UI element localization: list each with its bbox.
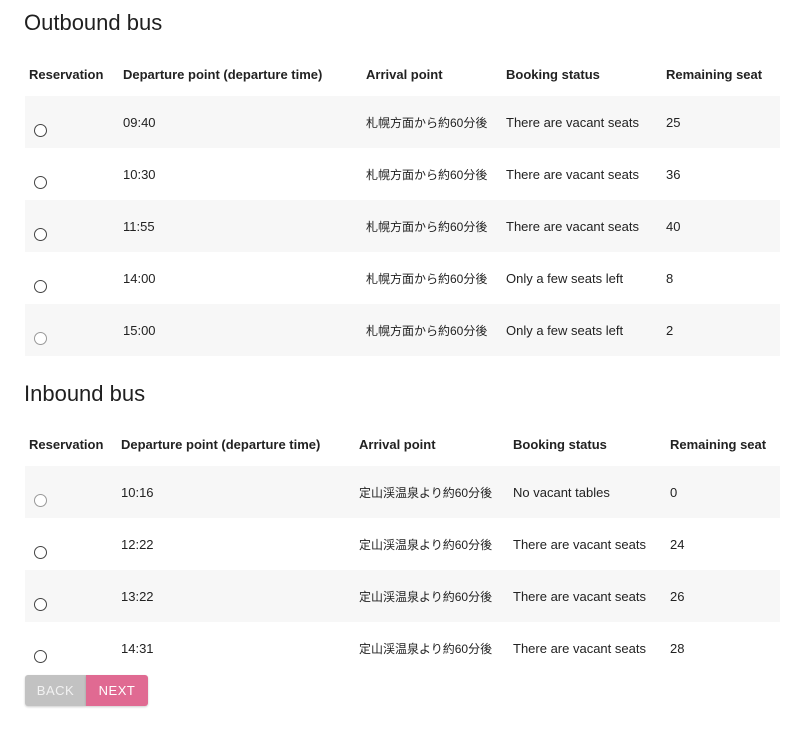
- booking-status: There are vacant seats: [502, 148, 662, 200]
- remaining-seat: 24: [666, 518, 780, 570]
- table-row: 13:22 定山渓温泉より約60分後 There are vacant seat…: [25, 570, 780, 622]
- departure-time: 14:00: [119, 252, 362, 304]
- outbound-title: Outbound bus: [24, 10, 163, 35]
- inbound-title: Inbound bus: [24, 381, 146, 406]
- departure-time: 14:31: [117, 622, 355, 674]
- header-booking-status: Booking status: [506, 66, 600, 82]
- departure-time: 10:30: [119, 148, 362, 200]
- arrival-point: 定山渓温泉より約60分後: [355, 622, 509, 674]
- arrival-point: 札幌方面から約60分後: [362, 148, 502, 200]
- departure-time: 10:16: [117, 466, 355, 518]
- arrival-point: 札幌方面から約60分後: [362, 96, 502, 148]
- arrival-point: 札幌方面から約60分後: [362, 200, 502, 252]
- reservation-radio[interactable]: [34, 123, 47, 137]
- reservation-radio[interactable]: [34, 649, 47, 663]
- booking-status: There are vacant seats: [502, 96, 662, 148]
- header-reservation: Reservation: [29, 66, 104, 82]
- booking-status: Only a few seats left: [502, 252, 662, 304]
- booking-status: There are vacant seats: [509, 622, 666, 674]
- remaining-seat: 28: [666, 622, 780, 674]
- remaining-seat: 8: [662, 252, 780, 304]
- booking-status: There are vacant seats: [509, 570, 666, 622]
- reservation-radio[interactable]: [34, 545, 47, 559]
- remaining-seat: 0: [666, 466, 780, 518]
- header-arrival: Arrival point: [366, 66, 443, 82]
- booking-status: Only a few seats left: [502, 304, 662, 356]
- header-booking-status: Booking status: [513, 436, 607, 452]
- back-button[interactable]: BACK: [25, 675, 86, 706]
- table-row: 14:00 札幌方面から約60分後 Only a few seats left …: [25, 252, 780, 304]
- header-arrival: Arrival point: [359, 436, 436, 452]
- inbound-table: Reservation Departure point (departure t…: [25, 422, 780, 674]
- outbound-table: Reservation Departure point (departure t…: [25, 52, 780, 356]
- reservation-radio-disabled: [34, 493, 47, 507]
- remaining-seat: 2: [662, 304, 780, 356]
- reservation-radio-disabled: [34, 331, 47, 345]
- booking-status: No vacant tables: [509, 466, 666, 518]
- header-departure: Departure point (departure time): [123, 66, 323, 82]
- table-row: 09:40 札幌方面から約60分後 There are vacant seats…: [25, 96, 780, 148]
- remaining-seat: 36: [662, 148, 780, 200]
- arrival-point: 定山渓温泉より約60分後: [355, 518, 509, 570]
- arrival-point: 定山渓温泉より約60分後: [355, 570, 509, 622]
- arrival-point: 定山渓温泉より約60分後: [355, 466, 509, 518]
- reservation-radio[interactable]: [34, 279, 47, 293]
- header-remaining-seat: Remaining seat: [666, 66, 763, 82]
- booking-status: There are vacant seats: [509, 518, 666, 570]
- table-row: 15:00 札幌方面から約60分後 Only a few seats left …: [25, 304, 780, 356]
- remaining-seat: 40: [662, 200, 780, 252]
- header-remaining-seat: Remaining seat: [670, 436, 767, 452]
- header-departure: Departure point (departure time): [121, 436, 321, 452]
- table-row: 14:31 定山渓温泉より約60分後 There are vacant seat…: [25, 622, 780, 674]
- reservation-radio[interactable]: [34, 227, 47, 241]
- booking-status: There are vacant seats: [502, 200, 662, 252]
- arrival-point: 札幌方面から約60分後: [362, 304, 502, 356]
- arrival-point: 札幌方面から約60分後: [362, 252, 502, 304]
- departure-time: 15:00: [119, 304, 362, 356]
- table-row: 10:30 札幌方面から約60分後 There are vacant seats…: [25, 148, 780, 200]
- reservation-radio[interactable]: [34, 597, 47, 611]
- departure-time: 12:22: [117, 518, 355, 570]
- next-button[interactable]: NEXT: [86, 675, 148, 706]
- departure-time: 11:55: [119, 200, 362, 252]
- table-row: 11:55 札幌方面から約60分後 There are vacant seats…: [25, 200, 780, 252]
- departure-time: 09:40: [119, 96, 362, 148]
- remaining-seat: 25: [662, 96, 780, 148]
- reservation-radio[interactable]: [34, 175, 47, 189]
- table-row: 10:16 定山渓温泉より約60分後 No vacant tables 0: [25, 466, 780, 518]
- departure-time: 13:22: [117, 570, 355, 622]
- header-reservation: Reservation: [29, 436, 104, 452]
- table-row: 12:22 定山渓温泉より約60分後 There are vacant seat…: [25, 518, 780, 570]
- remaining-seat: 26: [666, 570, 780, 622]
